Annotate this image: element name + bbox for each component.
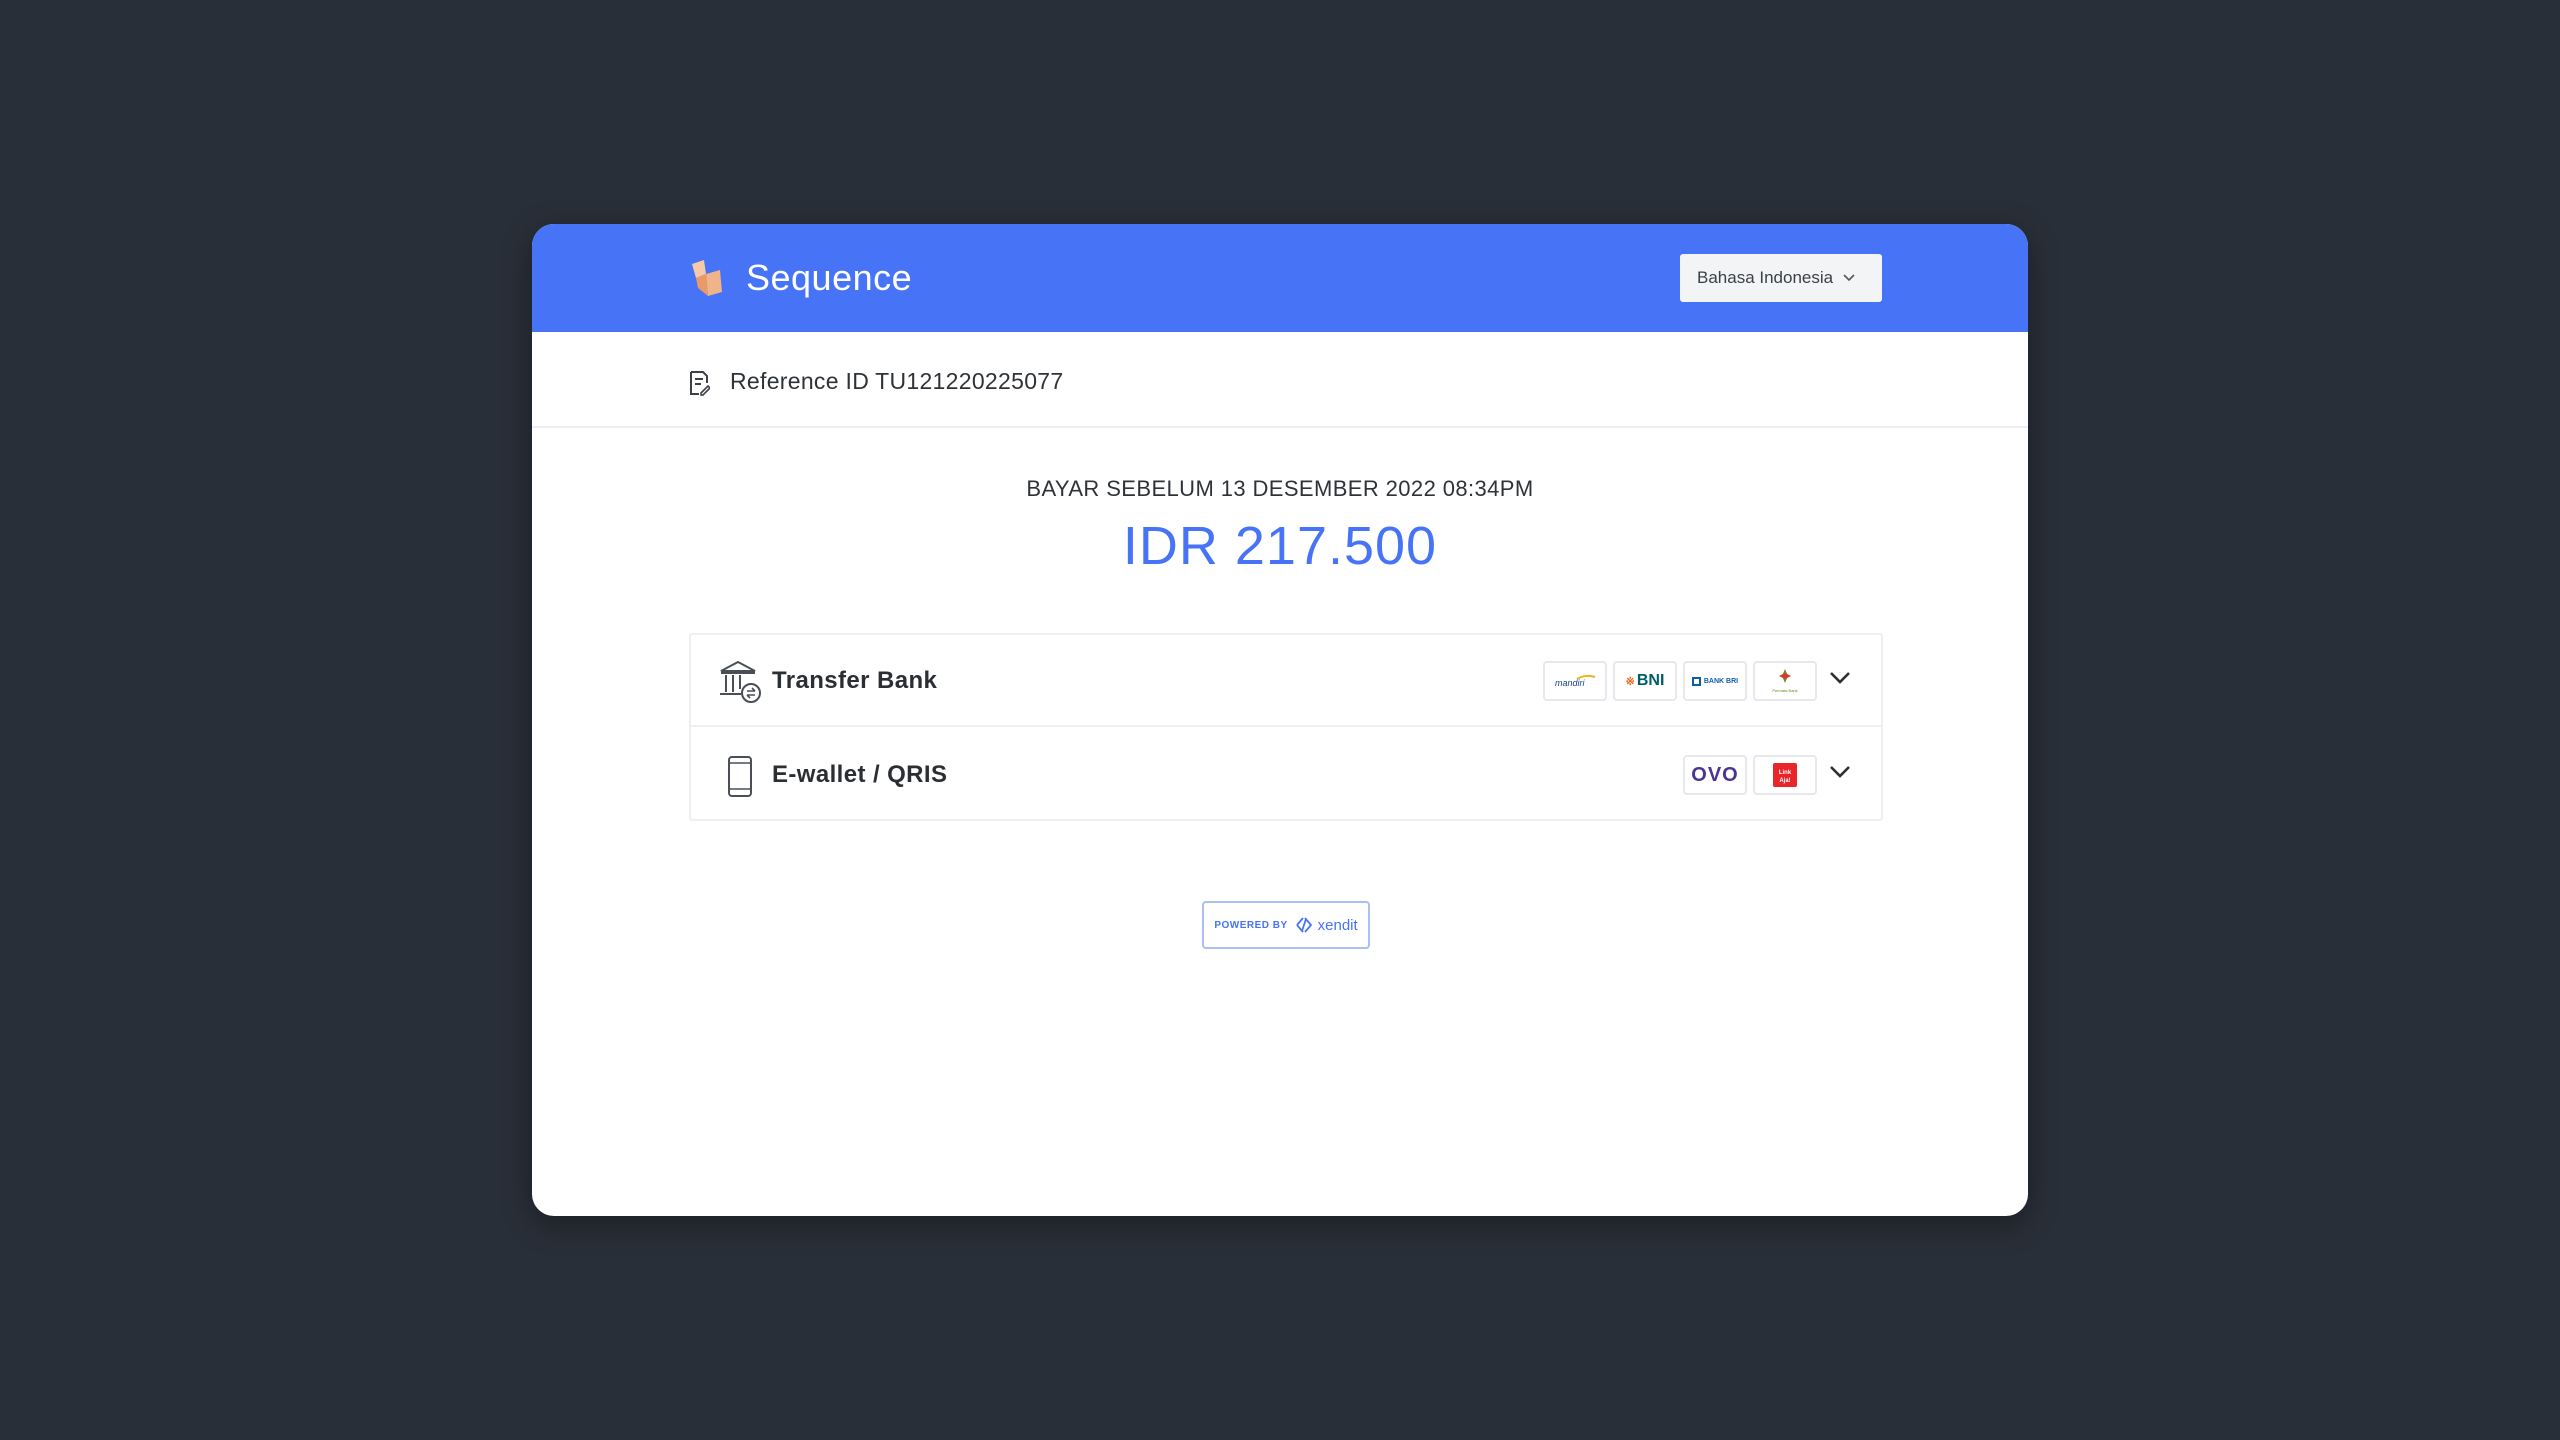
reference-bar: Reference ID TU121220225077: [532, 332, 2028, 428]
method-ewallet-qris[interactable]: E-wallet / QRIS OVO Link Aja!: [691, 729, 1881, 821]
bri-logo: BANK BRI: [1683, 661, 1747, 701]
svg-text:Permata Bank: Permata Bank: [1772, 688, 1797, 693]
method-label: E-wallet / QRIS: [772, 761, 948, 788]
powered-by-xendit-badge[interactable]: POWERED BY xendit: [1202, 901, 1370, 949]
sequence-logo-icon: [692, 260, 722, 296]
svg-text:mandiri: mandiri: [1555, 678, 1586, 688]
method-transfer-bank[interactable]: Transfer Bank mandiri ※ BNI BANK BRI Per…: [691, 635, 1881, 727]
reference-value: TU121220225077: [875, 368, 1064, 394]
payment-amount: IDR 217.500: [1122, 516, 1438, 576]
brand: Sequence: [690, 254, 912, 302]
svg-text:Link: Link: [1779, 770, 1792, 776]
mandiri-logo: mandiri: [1543, 661, 1607, 701]
permata-logo: Permata Bank: [1753, 661, 1817, 701]
chevron-down-icon: [1830, 766, 1850, 778]
chevron-down-icon: [1830, 672, 1850, 684]
bank-logos: mandiri ※ BNI BANK BRI Permata Bank: [1543, 661, 1817, 701]
powered-by-label: POWERED BY: [1214, 919, 1288, 931]
reference-label: Reference ID: [730, 368, 870, 394]
payment-card: Sequence Bahasa Indonesia Reference ID TU…: [532, 224, 2028, 1216]
language-select-value: Bahasa Indonesia: [1697, 268, 1834, 287]
app-name: Sequence: [746, 257, 913, 298]
payment-methods: Transfer Bank mandiri ※ BNI BANK BRI Per…: [689, 633, 1883, 821]
phone-icon: [728, 756, 752, 797]
xendit-logo-icon: [1295, 917, 1312, 933]
xendit-brand: xendit: [1317, 916, 1358, 934]
reference-id: Reference ID TU121220225077: [730, 368, 1063, 395]
method-label: Transfer Bank: [772, 667, 938, 694]
ovo-logo: OVO: [1683, 755, 1747, 795]
chevron-down-icon: [1843, 274, 1855, 282]
linkaja-logo: Link Aja!: [1753, 755, 1817, 795]
ewallet-logos: OVO Link Aja!: [1683, 755, 1817, 795]
document-edit-icon: [690, 371, 710, 396]
bni-logo: ※ BNI: [1613, 661, 1677, 701]
bank-icon: [720, 660, 761, 703]
payment-deadline: BAYAR SEBELUM 13 DESEMBER 2022 08:34PM: [1026, 476, 1534, 501]
svg-text:Aja!: Aja!: [1779, 778, 1790, 784]
language-select[interactable]: Bahasa Indonesia: [1680, 254, 1882, 302]
header: Sequence Bahasa Indonesia: [532, 224, 2028, 332]
